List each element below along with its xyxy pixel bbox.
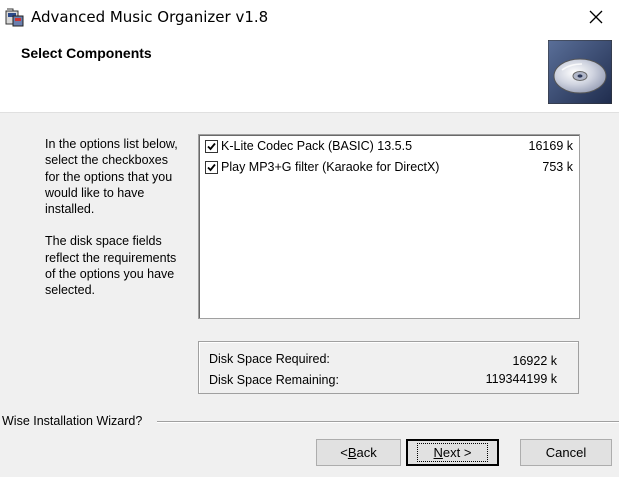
disk-remaining-value: 119344199 k: [485, 372, 557, 386]
next-button[interactable]: Next >: [406, 439, 499, 466]
back-button-mnemonic: B: [347, 445, 357, 460]
disk-required-label: Disk Space Required:: [209, 352, 330, 366]
list-item-klite[interactable]: K-Lite Codec Pack (BASIC) 13.5.5 16169 k: [203, 138, 575, 156]
footer-divider: [157, 421, 619, 423]
checkbox-klite[interactable]: [205, 140, 218, 153]
checkmark-icon: [207, 163, 216, 172]
components-list[interactable]: K-Lite Codec Pack (BASIC) 13.5.5 16169 k…: [198, 134, 580, 319]
instructions-paragraph-2: The disk space fields reflect the requir…: [45, 234, 177, 298]
wizard-brand-label: Wise Installation Wizard?: [2, 414, 147, 428]
disk-required-value: 16922 k: [512, 354, 557, 368]
next-button-mnemonic: N: [433, 445, 443, 460]
checkbox-mp3g[interactable]: [205, 161, 218, 174]
cancel-button[interactable]: Cancel: [520, 439, 612, 466]
installer-app-icon: [5, 8, 25, 28]
list-item-mp3g[interactable]: Play MP3+G filter (Karaoke for DirectX) …: [203, 159, 575, 177]
page-title: Select Components: [21, 45, 152, 61]
close-button[interactable]: [573, 0, 619, 34]
window-title: Advanced Music Organizer v1.8: [31, 8, 269, 26]
instructions-paragraph-1: In the options list below, select the ch…: [45, 137, 178, 217]
disk-remaining-label: Disk Space Remaining:: [209, 373, 339, 387]
title-bar: Advanced Music Organizer v1.8: [0, 0, 619, 35]
next-button-rest: ext >: [442, 445, 472, 460]
wizard-header: Select Components: [0, 34, 619, 113]
list-item-size: 16169 k: [528, 139, 573, 153]
back-button-prefix: <: [340, 445, 348, 460]
back-button[interactable]: < Back: [316, 439, 401, 466]
list-item-size: 753 k: [542, 160, 573, 174]
checkmark-icon: [207, 142, 216, 151]
list-item-label: K-Lite Codec Pack (BASIC) 13.5.5: [221, 139, 413, 153]
close-icon: [589, 10, 603, 24]
next-button-focus: Next >: [416, 443, 489, 462]
disk-space-panel: Disk Space Required: 16922 k Disk Space …: [198, 341, 579, 394]
list-item-label: Play MP3+G filter (Karaoke for DirectX): [221, 160, 440, 174]
instructions-text: In the options list below, select the ch…: [45, 136, 180, 315]
cd-disc-icon: [547, 39, 613, 105]
back-button-rest: ack: [356, 445, 377, 460]
